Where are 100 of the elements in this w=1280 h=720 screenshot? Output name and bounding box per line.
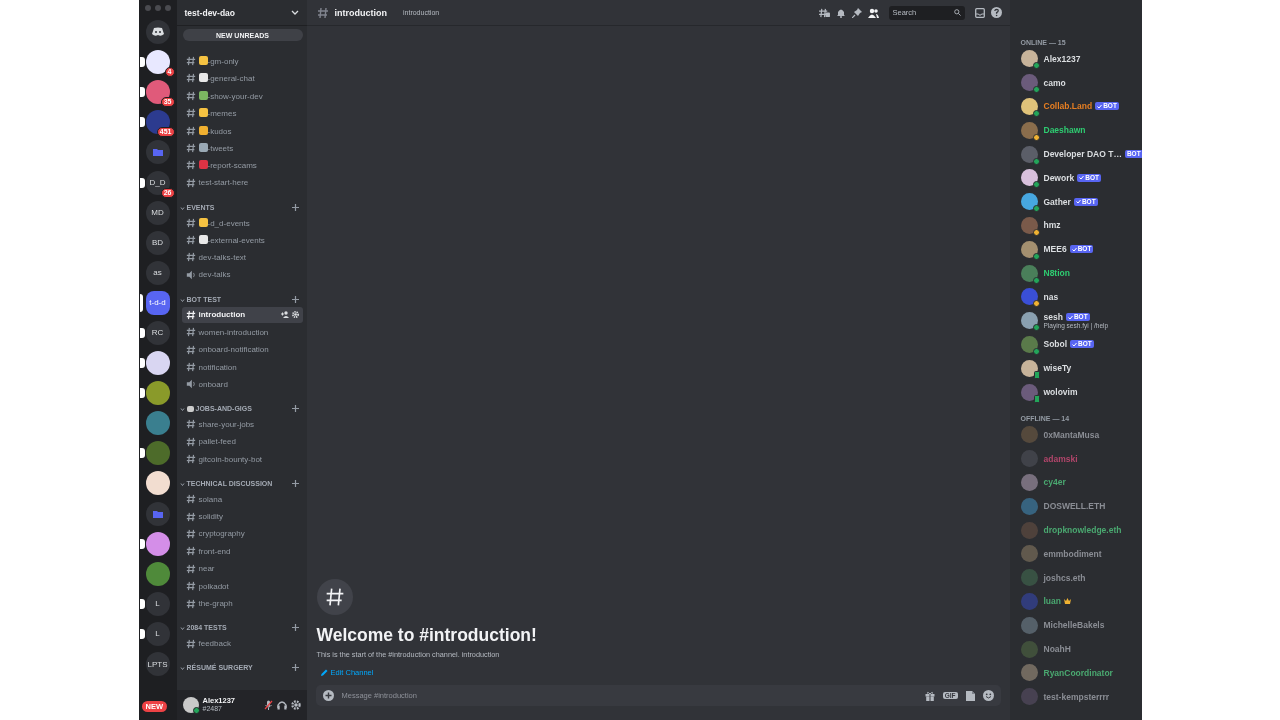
channel-item[interactable]: introduction <box>181 306 303 324</box>
member-name[interactable]: joshcs.eth <box>1043 572 1086 583</box>
add-person-icon[interactable] <box>280 311 289 319</box>
inbox-icon[interactable] <box>974 7 985 18</box>
server-button[interactable]: L <box>145 591 170 616</box>
channel-item[interactable]: gitcoin-bounty-bot <box>181 451 303 468</box>
help-icon[interactable] <box>990 7 1002 18</box>
member-name[interactable]: Sobol <box>1043 339 1068 350</box>
channel-item[interactable]: -d_d-events <box>181 214 303 231</box>
server-button[interactable]: LPTS <box>145 652 170 676</box>
member-name[interactable]: N8tion <box>1043 268 1070 279</box>
plus-circle-icon[interactable] <box>322 690 334 701</box>
server-button[interactable]: t-d-d <box>145 290 170 315</box>
sticker-icon[interactable] <box>965 690 975 701</box>
member-avatar[interactable] <box>1020 264 1038 282</box>
channel-item[interactable]: polkadot <box>181 577 303 595</box>
member-name[interactable]: emmbodiment <box>1043 548 1102 559</box>
channel-item[interactable]: cryptography <box>181 525 303 543</box>
members-icon[interactable] <box>867 7 879 18</box>
member-avatar[interactable] <box>1020 121 1038 139</box>
server-button[interactable]: BD <box>145 230 170 255</box>
member-name[interactable]: RyanCoordinator <box>1043 667 1113 678</box>
member-name[interactable]: dropknowledge.eth <box>1043 525 1122 536</box>
member-avatar[interactable] <box>1020 145 1038 163</box>
channel-item[interactable]: notification <box>181 358 303 376</box>
headphones-icon[interactable] <box>276 700 287 710</box>
plus-icon[interactable] <box>291 295 299 303</box>
channel-item[interactable]: -external-events <box>181 231 303 249</box>
folder-button[interactable] <box>145 501 170 526</box>
member-name[interactable]: DOSWELL.ETH <box>1043 501 1106 512</box>
server-header[interactable]: test-dev-dao <box>176 0 307 26</box>
channel-item[interactable]: share-your-jobs <box>181 416 303 433</box>
channel-item[interactable]: feedback <box>181 635 303 652</box>
member-name[interactable]: camo <box>1043 77 1066 88</box>
server-button[interactable]: L <box>145 621 170 646</box>
member-avatar[interactable] <box>1020 216 1038 234</box>
plus-icon[interactable] <box>291 203 299 211</box>
plus-icon[interactable] <box>291 624 299 632</box>
member-name[interactable]: 0xMantaMusa <box>1043 429 1100 440</box>
member-name[interactable]: NoahH <box>1043 644 1071 654</box>
server-icon[interactable] <box>145 351 170 376</box>
channel-item[interactable]: dev-talks-text <box>181 249 303 266</box>
server-icon[interactable] <box>145 50 170 75</box>
member-name[interactable]: Developer DAO T… <box>1043 149 1122 160</box>
server-button[interactable]: RC <box>145 321 170 345</box>
channel-item[interactable]: -gm-only <box>181 52 303 70</box>
member-name[interactable]: Gather <box>1043 196 1071 207</box>
server-button[interactable]: MD <box>145 200 170 225</box>
member-avatar[interactable] <box>1020 50 1038 68</box>
channel-item[interactable]: solidity <box>181 508 303 525</box>
channel-item[interactable]: test-start-here <box>181 174 303 191</box>
channel-item[interactable]: women-introduction <box>181 324 303 341</box>
channel-item[interactable]: solana <box>181 491 303 508</box>
server-icon[interactable] <box>145 110 170 135</box>
channel-item[interactable]: -kudos <box>181 122 303 139</box>
channel-item[interactable]: -memes <box>181 104 303 122</box>
channel-item[interactable]: -tweets <box>181 139 303 157</box>
server-icon[interactable] <box>145 80 170 105</box>
member-avatar[interactable] <box>1020 335 1038 353</box>
member-name[interactable]: wolovim <box>1043 387 1078 398</box>
folder-button[interactable] <box>145 140 170 165</box>
channel-item[interactable]: near <box>181 560 303 577</box>
channel-item[interactable]: front-end <box>181 543 303 560</box>
member-name[interactable]: sesh <box>1043 312 1063 323</box>
member-avatar[interactable] <box>1020 169 1038 187</box>
muted-microphone-icon[interactable] <box>263 700 273 710</box>
server-icon[interactable] <box>145 471 170 496</box>
member-name[interactable]: cy4er <box>1043 477 1066 488</box>
settings-icon[interactable] <box>290 700 301 710</box>
member-name[interactable]: wiseTy <box>1043 363 1072 374</box>
member-name[interactable]: MichelleBakels <box>1043 620 1105 631</box>
plus-icon[interactable] <box>291 405 299 413</box>
member-name[interactable]: luan <box>1043 596 1061 607</box>
pin-icon[interactable] <box>851 7 862 18</box>
member-name[interactable]: nas <box>1043 291 1059 302</box>
member-name[interactable]: Dework <box>1043 172 1075 183</box>
member-avatar[interactable] <box>1020 288 1038 306</box>
channel-item[interactable]: dev-talks <box>181 266 303 284</box>
member-name[interactable]: Alex1237 <box>1043 53 1081 64</box>
member-avatar[interactable] <box>1020 312 1038 330</box>
threads-icon[interactable] <box>818 7 830 18</box>
member-avatar[interactable] <box>1020 74 1038 92</box>
member-name[interactable]: MEE6 <box>1043 244 1067 255</box>
gift-icon[interactable] <box>924 690 935 701</box>
channel-item[interactable]: -show-your-dev <box>181 87 303 104</box>
bell-icon[interactable] <box>835 7 846 18</box>
home-button[interactable] <box>145 20 170 45</box>
member-avatar[interactable] <box>1020 359 1038 377</box>
member-avatar[interactable] <box>1020 193 1038 211</box>
plus-icon[interactable] <box>291 480 299 487</box>
member-avatar[interactable] <box>1020 98 1038 115</box>
channel-item[interactable]: -report-scams <box>181 157 303 174</box>
member-name[interactable]: hmz <box>1043 220 1061 231</box>
server-button[interactable]: as <box>145 260 170 285</box>
channel-item[interactable]: -general-chat <box>181 70 303 87</box>
plus-icon[interactable] <box>291 664 299 672</box>
emoji-face-icon[interactable] <box>982 690 994 701</box>
channel-item[interactable]: onboard <box>181 376 303 393</box>
member-name[interactable]: Collab.Land <box>1043 101 1093 112</box>
member-avatar[interactable] <box>1020 240 1038 258</box>
